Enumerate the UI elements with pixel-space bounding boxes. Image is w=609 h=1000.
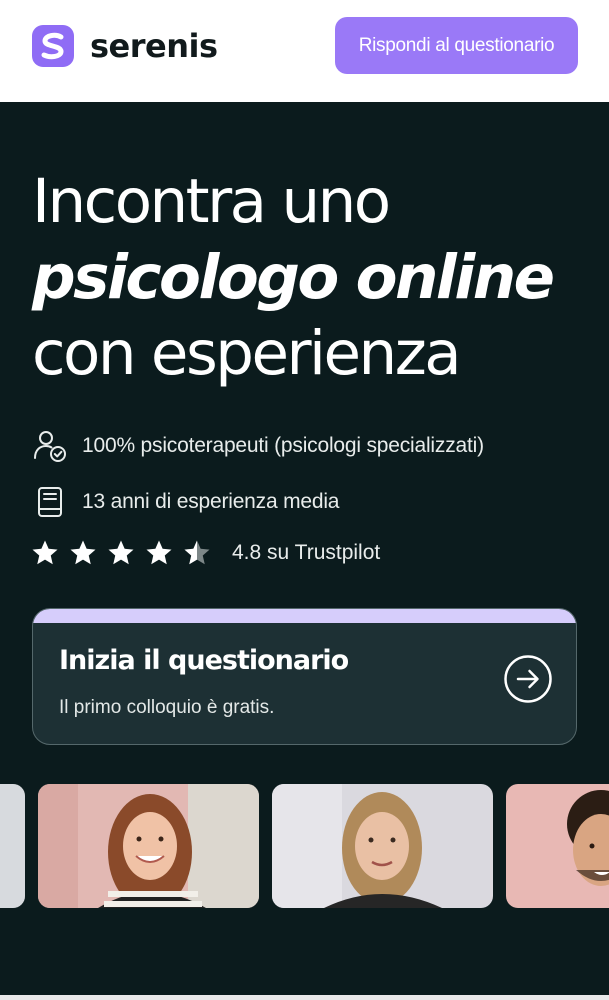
serenis-s-logo-icon	[32, 25, 74, 67]
card-title: Inizia il questionario	[59, 645, 349, 676]
answer-questionnaire-button[interactable]: Rispondi al questionario	[335, 17, 578, 74]
therapist-photo-carousel[interactable]	[0, 784, 609, 908]
half-star-icon	[184, 540, 210, 565]
hero-section: Incontra uno psicologo online con esperi…	[0, 102, 609, 995]
trustpilot-rating[interactable]: 4.8 su Trustpilot	[30, 538, 380, 568]
hero-headline: Incontra uno psicologo online con esperi…	[32, 164, 555, 392]
book-icon	[32, 484, 68, 520]
feature-psychotherapists: 100% psicoterapeuti (psicologi specializ…	[32, 428, 484, 464]
feature-experience: 13 anni di esperienza media	[32, 484, 339, 520]
card-subtitle: Il primo colloquio è gratis.	[59, 697, 275, 718]
feature-text: 13 anni di esperienza media	[82, 490, 340, 513]
start-questionnaire-card[interactable]: Inizia il questionario Il primo colloqui…	[32, 608, 577, 745]
rating-text: 4.8 su Trustpilot	[232, 541, 381, 564]
therapist-photo-man-partial-right[interactable]	[506, 784, 609, 908]
serenis-logo[interactable]: serenis	[32, 25, 218, 67]
top-header: serenis Rispondi al questionario	[0, 0, 609, 102]
therapist-photo-partial-left[interactable]	[0, 784, 25, 908]
user-check-icon	[32, 428, 68, 464]
star-icon	[70, 540, 96, 565]
therapist-photo-woman-curly-hair[interactable]	[38, 784, 259, 908]
arrow-right-circle-icon[interactable]	[503, 654, 553, 704]
headline-line-3: con esperienza	[32, 318, 462, 389]
therapist-photo-woman-blonde[interactable]	[272, 784, 493, 908]
star-icon	[108, 540, 134, 565]
brand-name: serenis	[90, 27, 218, 65]
bottom-divider	[0, 995, 609, 1000]
card-accent-strip	[33, 609, 576, 623]
headline-line-1: Incontra uno	[32, 166, 391, 237]
rating-stars	[30, 538, 220, 568]
star-icon	[146, 540, 172, 565]
star-icon	[32, 540, 58, 565]
headline-line-2: psicologo online	[32, 242, 555, 313]
feature-text: 100% psicoterapeuti (psicologi specializ…	[82, 434, 484, 457]
